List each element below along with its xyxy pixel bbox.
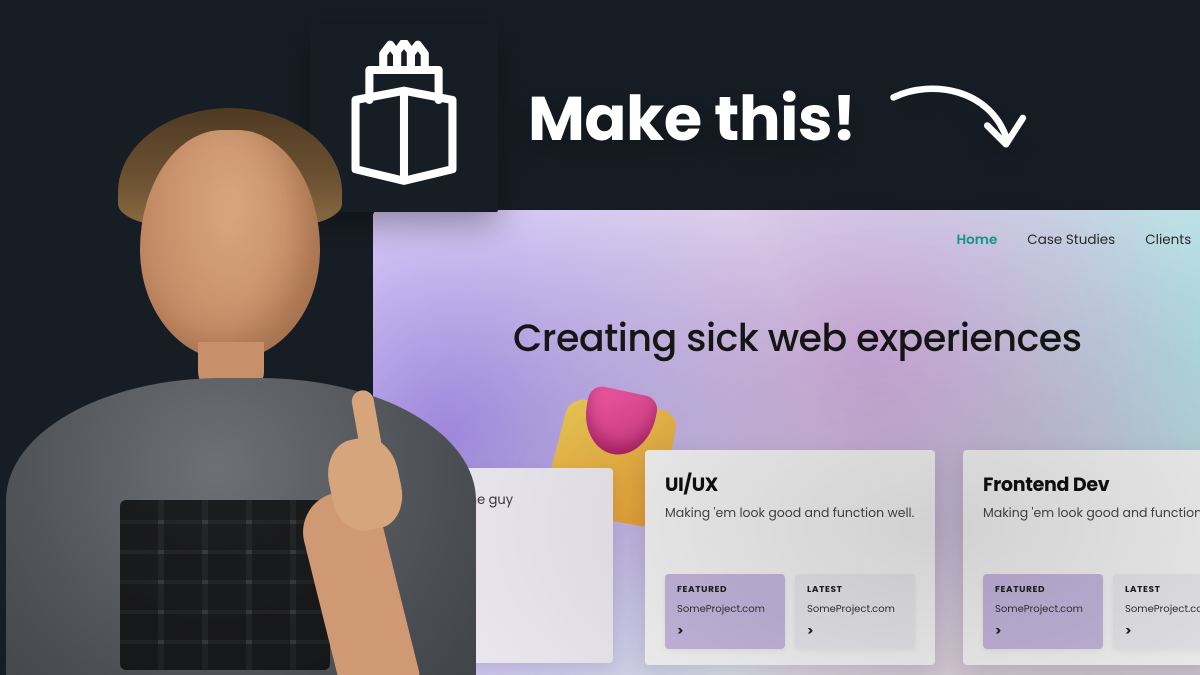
latest-tag: LATEST <box>807 584 903 597</box>
intro-line-3: for all. <box>391 542 595 562</box>
intro-line-1: guessed it, the guy <box>391 490 595 510</box>
latest-project-card[interactable]: LATEST SomeProject.com > <box>795 574 915 649</box>
skill-card-frontend: Frontend Dev Making 'em look good and fu… <box>963 450 1200 665</box>
chevron-right-icon: > <box>807 623 903 641</box>
nav-clients[interactable]: Clients <box>1145 230 1191 250</box>
featured-project: SomeProject.com <box>677 601 773 617</box>
chevron-right-icon: > <box>677 623 773 641</box>
banner-headline: Make this! <box>528 72 856 165</box>
chevron-right-icon: > <box>995 623 1091 641</box>
hire-me-button[interactable]: Hire me <box>391 613 469 649</box>
site-nav: Home Case Studies Clients Conta <box>947 224 1200 256</box>
skill-title: Frontend Dev <box>983 470 1200 499</box>
intro-card: guessed it, the guy n and curate for all… <box>373 468 613 663</box>
latest-project: SomeProject.com <box>1125 601 1200 617</box>
featured-tag: FEATURED <box>995 584 1091 597</box>
portfolio-site-preview: Home Case Studies Clients Conta Creating… <box>373 210 1200 675</box>
chevron-right-icon: > <box>1125 623 1200 641</box>
nav-case-studies[interactable]: Case Studies <box>1027 230 1115 250</box>
latest-tag: LATEST <box>1125 584 1200 597</box>
skill-desc: Making 'em look good and function well. <box>983 505 1200 523</box>
latest-project: SomeProject.com <box>807 601 903 617</box>
pencils-in-book-icon <box>334 40 474 197</box>
skill-desc: Making 'em look good and function well. <box>665 505 915 523</box>
featured-project-card[interactable]: FEATURED SomeProject.com > <box>665 574 785 649</box>
featured-tag: FEATURED <box>677 584 773 597</box>
logo-badge <box>310 24 498 212</box>
nav-home[interactable]: Home <box>957 230 998 250</box>
hero-title: Creating sick web experiences <box>513 310 1082 367</box>
skill-title: UI/UX <box>665 470 915 499</box>
curved-arrow-icon <box>886 68 1036 168</box>
thumbnail-banner: Make this! <box>310 24 1036 212</box>
skill-card-uiux: UI/UX Making 'em look good and function … <box>645 450 935 665</box>
featured-project-card[interactable]: FEATURED SomeProject.com > <box>983 574 1103 649</box>
featured-project: SomeProject.com <box>995 601 1091 617</box>
latest-project-card[interactable]: LATEST SomeProject.com > <box>1113 574 1200 649</box>
intro-line-2: n and curate <box>391 516 595 536</box>
